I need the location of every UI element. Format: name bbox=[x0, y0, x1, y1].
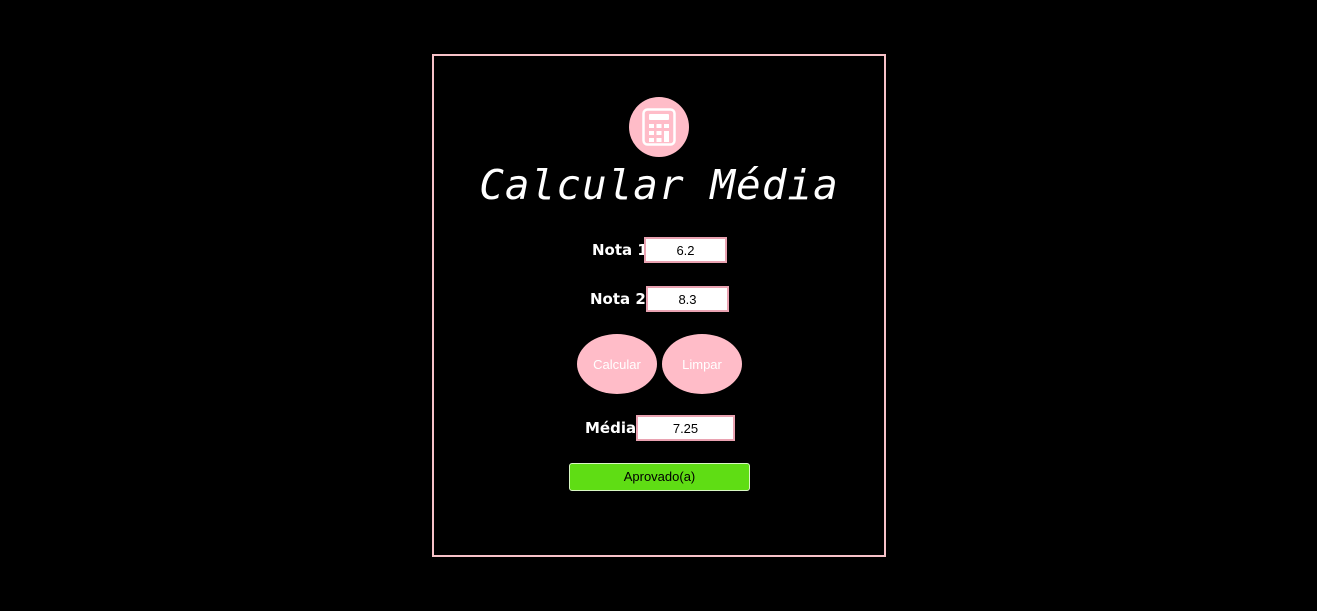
calculator-card: Calcular Média Nota 1 Nota 2 Calcular Li… bbox=[432, 54, 886, 557]
status-badge: Aprovado(a) bbox=[569, 463, 750, 491]
calculator-icon-glyph bbox=[642, 108, 676, 146]
calculator-icon bbox=[629, 97, 689, 157]
nota1-input[interactable] bbox=[644, 237, 727, 263]
media-label: Média bbox=[585, 419, 637, 437]
nota1-label: Nota 1 bbox=[592, 241, 648, 259]
limpar-button[interactable]: Limpar bbox=[662, 334, 742, 394]
nota2-input[interactable] bbox=[646, 286, 729, 312]
calcular-button[interactable]: Calcular bbox=[577, 334, 657, 394]
nota2-label: Nota 2 bbox=[590, 290, 646, 308]
page-title: Calcular Média bbox=[479, 161, 839, 209]
media-output[interactable] bbox=[636, 415, 735, 441]
